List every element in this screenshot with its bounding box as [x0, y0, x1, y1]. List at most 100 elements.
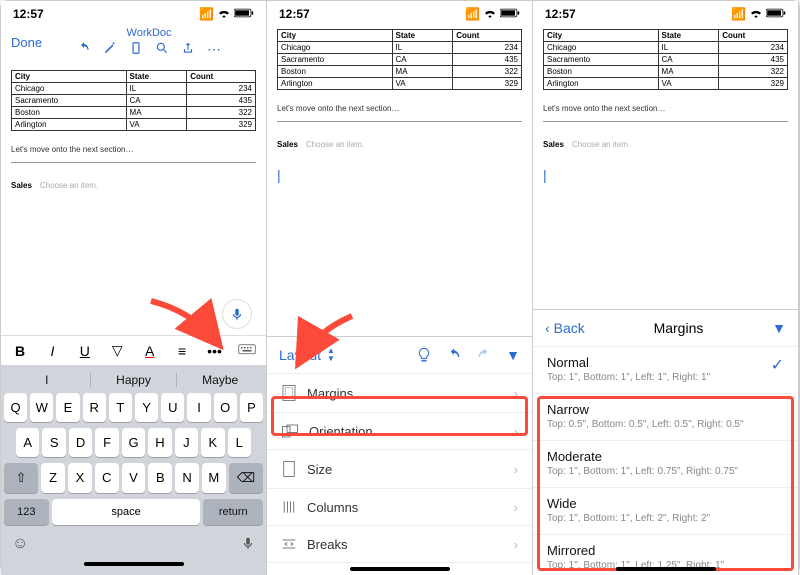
margin-option-narrow[interactable]: NarrowTop: 0.5", Bottom: 0.5", Left: 0.5… [533, 394, 798, 441]
collapse-icon[interactable]: ▼ [506, 347, 520, 363]
key-u[interactable]: U [161, 393, 184, 422]
key-f[interactable]: F [95, 428, 118, 457]
key-row: ⇧ ZXCVBNM ⌫ [4, 463, 263, 493]
sales-label: Sales [11, 181, 32, 190]
font-color-button[interactable]: A [141, 343, 159, 359]
key-n[interactable]: N [175, 463, 199, 493]
key-p[interactable]: P [240, 393, 263, 422]
home-indicator[interactable] [84, 562, 184, 566]
layout-title[interactable]: Layout [279, 347, 321, 363]
margin-option-wide[interactable]: WideTop: 1", Bottom: 1", Left: 2", Right… [533, 488, 798, 535]
key-o[interactable]: O [214, 393, 237, 422]
undo-icon[interactable] [446, 347, 462, 363]
choose-item[interactable]: Choose an item. [40, 181, 98, 190]
key-v[interactable]: V [122, 463, 146, 493]
cell: Sacramento [544, 54, 659, 66]
key-c[interactable]: C [95, 463, 119, 493]
chevron-left-icon: ‹ [545, 320, 550, 336]
collapse-icon[interactable]: ▼ [772, 320, 786, 336]
chevron-right-icon: › [514, 424, 518, 439]
key-d[interactable]: D [69, 428, 92, 457]
tips-icon[interactable] [416, 347, 432, 363]
cell: 435 [187, 95, 256, 107]
th: Count [719, 30, 788, 42]
key-j[interactable]: J [175, 428, 198, 457]
draw-icon[interactable] [103, 41, 117, 58]
key-row: 123 space return [4, 499, 263, 525]
layout-item-orientation[interactable]: Orientation › [267, 413, 532, 450]
opt-desc: Top: 1", Bottom: 1", Left: 1", Right: 1" [547, 372, 710, 383]
key-z[interactable]: Z [41, 463, 65, 493]
updown-icon[interactable]: ▲▼ [327, 347, 335, 363]
layout-item-columns[interactable]: Columns › [267, 489, 532, 526]
key-r[interactable]: R [83, 393, 106, 422]
choose-item[interactable]: Choose an item. [572, 140, 630, 149]
columns-icon [281, 499, 297, 515]
layout-item-margins[interactable]: Margins › [267, 374, 532, 413]
cell: IL [658, 42, 719, 54]
shift-key[interactable]: ⇧ [4, 463, 38, 493]
done-button[interactable]: Done [11, 35, 42, 50]
undo-icon[interactable] [77, 41, 91, 58]
home-indicator[interactable] [350, 567, 450, 571]
bold-button[interactable]: B [11, 343, 29, 359]
key-t[interactable]: T [109, 393, 132, 422]
space-key[interactable]: space [52, 499, 201, 525]
suggestion[interactable]: I [4, 373, 90, 387]
redo-icon[interactable] [476, 347, 492, 363]
list-label: Margins [307, 386, 353, 401]
delete-key[interactable]: ⌫ [229, 463, 263, 493]
key-s[interactable]: S [42, 428, 65, 457]
section-divider [277, 121, 522, 122]
layout-item-breaks[interactable]: Breaks › [267, 526, 532, 563]
italic-button[interactable]: I [43, 343, 61, 359]
key-x[interactable]: X [68, 463, 92, 493]
cell: 322 [187, 107, 256, 119]
dictate-button[interactable] [222, 299, 252, 329]
bullets-button[interactable]: ≡ [173, 343, 191, 359]
back-button[interactable]: ‹ Back [545, 320, 585, 336]
document-area[interactable]: City State Count ChicagoIL234 Sacramento… [533, 23, 798, 309]
key-w[interactable]: W [30, 393, 53, 422]
key-h[interactable]: H [148, 428, 171, 457]
key-q[interactable]: Q [4, 393, 27, 422]
search-icon[interactable] [155, 41, 169, 58]
key-b[interactable]: B [148, 463, 172, 493]
th: State [658, 30, 719, 42]
home-indicator[interactable] [616, 567, 716, 571]
key-a[interactable]: A [16, 428, 39, 457]
key-g[interactable]: G [122, 428, 145, 457]
key-y[interactable]: Y [135, 393, 158, 422]
key-e[interactable]: E [56, 393, 79, 422]
more-icon[interactable]: ⋯ [207, 41, 221, 58]
suggestion[interactable]: Maybe [176, 373, 263, 387]
battery-icon [500, 7, 520, 21]
return-key[interactable]: return [203, 499, 263, 525]
document-area[interactable]: City State Count ChicagoIL234 Sacramento… [1, 64, 266, 335]
margin-option-moderate[interactable]: ModerateTop: 1", Bottom: 1", Left: 0.75"… [533, 441, 798, 488]
mic-key[interactable] [241, 535, 255, 556]
numbers-key[interactable]: 123 [4, 499, 49, 525]
keyboard[interactable]: I Happy Maybe QWERTYUIOP ASDFGHJKL ⇧ ZXC… [1, 365, 266, 575]
document-area[interactable]: City State Count ChicagoIL234 Sacramento… [267, 23, 532, 336]
emoji-key[interactable]: ☺ [12, 535, 28, 556]
doc-table: City State Count ChicagoIL234 Sacramento… [11, 70, 256, 131]
margin-option-normal[interactable]: NormalTop: 1", Bottom: 1", Left: 1", Rig… [533, 347, 798, 394]
more-format-button[interactable]: ••• [206, 343, 224, 359]
highlight-button[interactable]: ▽ [108, 342, 126, 359]
key-l[interactable]: L [228, 428, 251, 457]
cell: Arlington [544, 78, 659, 90]
key-k[interactable]: K [201, 428, 224, 457]
choose-item[interactable]: Choose an item. [306, 140, 364, 149]
layout-item-size[interactable]: Size › [267, 450, 532, 489]
key-m[interactable]: M [202, 463, 226, 493]
suggestion[interactable]: Happy [90, 373, 177, 387]
share-icon[interactable] [181, 41, 195, 58]
text-cursor: | [277, 167, 522, 183]
signal-icon: 📶 [199, 7, 214, 21]
layout-list: Margins › Orientation › Size › Columns › [267, 374, 532, 575]
underline-button[interactable]: U [76, 343, 94, 359]
key-i[interactable]: I [187, 393, 210, 422]
device-icon[interactable] [129, 41, 143, 58]
keyboard-toggle-icon[interactable] [238, 343, 256, 359]
